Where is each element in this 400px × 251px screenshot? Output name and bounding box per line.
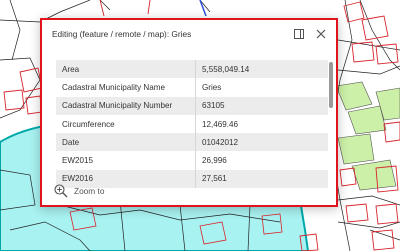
zoom-in-icon bbox=[54, 184, 68, 198]
attribute-key: Date bbox=[56, 133, 196, 152]
attribute-key: EW2015 bbox=[56, 151, 196, 170]
attribute-value: 01042012 bbox=[195, 133, 328, 152]
table-row: EW2015 26,996 bbox=[56, 151, 328, 170]
attribute-value: Gries bbox=[195, 78, 328, 97]
attribute-value: 5,558,049.14 bbox=[195, 60, 328, 79]
feature-popup: Editing (feature / remote / map): Gries … bbox=[40, 18, 338, 207]
table-row: Circumference 12,469.46 bbox=[56, 114, 328, 134]
close-icon bbox=[316, 29, 326, 39]
attribute-table: Area 5,558,049.14 Cadastral Municipality… bbox=[56, 60, 328, 189]
zoom-to-label: Zoom to bbox=[74, 186, 105, 196]
attribute-table-container[interactable]: Area 5,558,049.14 Cadastral Municipality… bbox=[56, 60, 328, 194]
close-button[interactable] bbox=[314, 27, 328, 41]
attribute-value: 12,469.46 bbox=[195, 114, 328, 134]
attribute-value: 63105 bbox=[195, 96, 328, 115]
zoom-to-button[interactable]: Zoom to bbox=[54, 183, 104, 199]
maximize-icon bbox=[294, 29, 304, 39]
attribute-key: Cadastral Municipality Name bbox=[56, 78, 196, 97]
scrollbar-thumb[interactable] bbox=[329, 62, 333, 108]
attribute-key: Area bbox=[56, 60, 196, 79]
attribute-key: Cadastral Municipality Number bbox=[56, 96, 196, 115]
maximize-button[interactable] bbox=[292, 27, 306, 41]
table-row: Area 5,558,049.14 bbox=[56, 60, 328, 79]
attribute-value: 27,561 bbox=[195, 169, 328, 189]
popup-header[interactable]: Editing (feature / remote / map): Gries bbox=[42, 20, 336, 48]
popup-title: Editing (feature / remote / map): Gries bbox=[52, 29, 192, 39]
attribute-value: 26,996 bbox=[195, 151, 328, 170]
table-row: Cadastral Municipality Name Gries bbox=[56, 78, 328, 97]
attribute-key: Circumference bbox=[56, 114, 196, 134]
table-row: Cadastral Municipality Number 63105 bbox=[56, 96, 328, 115]
table-row: Date 01042012 bbox=[56, 133, 328, 152]
